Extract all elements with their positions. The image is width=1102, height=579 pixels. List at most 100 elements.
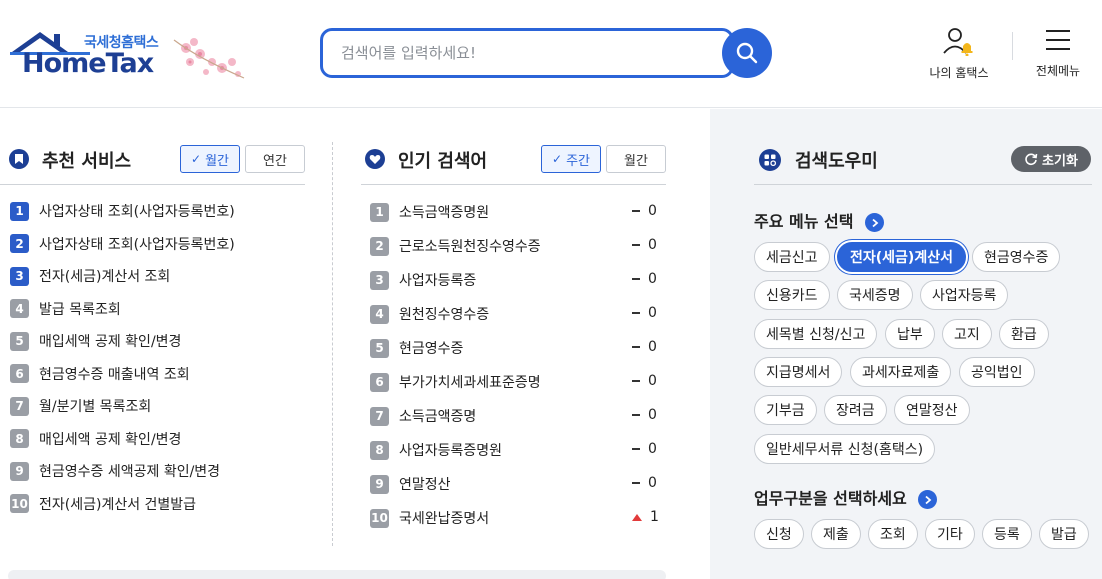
popular-item[interactable]: 4 원천징수영수증 [370, 302, 489, 326]
menu-select-title: 주요 메뉴 선택 [754, 212, 854, 231]
filter-chip[interactable]: 장려금 [824, 395, 887, 426]
filter-chip[interactable]: 지급명세서 [754, 356, 843, 387]
filter-chip[interactable]: 등록 [982, 519, 1032, 549]
filter-chip[interactable]: 기타 [925, 519, 975, 549]
filter-chip[interactable]: 일반세무서류 신청(홈택스) [754, 433, 936, 464]
filter-chip[interactable]: 세목별 신청/신고 [754, 318, 878, 349]
popular-weekly-toggle[interactable]: ✓ 주간 [541, 145, 601, 173]
popular-monthly-toggle[interactable]: 월간 [606, 145, 666, 173]
filter-chip[interactable]: 현금영수증 [972, 242, 1061, 272]
rank-badge: 6 [370, 372, 389, 392]
rank-up-icon [632, 513, 642, 521]
rank-change-value: 0 [648, 373, 657, 389]
filter-chip[interactable]: 고지 [942, 318, 992, 349]
popular-item[interactable]: 2 근로소득원천징수영수증 [370, 234, 541, 258]
search-icon [736, 42, 758, 64]
recommended-item[interactable]: 4 발급 목록조회 [10, 297, 121, 321]
hometax-logo[interactable]: 국세청홈택스 HomeTax [10, 30, 250, 86]
popular-item[interactable]: 6 부가가치세과세표준증명 [370, 370, 541, 394]
hamburger-icon [1046, 30, 1070, 50]
recommended-yearly-toggle[interactable]: 연간 [245, 145, 305, 173]
popular-item-label: 소득금액증명원 [399, 205, 490, 221]
rank-change-value: 0 [648, 407, 657, 423]
rank-badge: 8 [370, 440, 389, 460]
recommended-item-label: 전자(세금)계산서 건별발급 [39, 496, 197, 513]
rank-change: 1 [632, 509, 659, 525]
popular-title: 인기 검색어 [398, 151, 488, 172]
popular-item[interactable]: 5 현금영수증 [370, 336, 463, 360]
filter-chip[interactable]: 신청 [754, 519, 804, 549]
rank-badge: 10 [10, 494, 29, 513]
helper-divider [754, 184, 1092, 185]
filter-chip[interactable]: 납부 [885, 318, 935, 349]
reset-button[interactable]: 초기화 [1011, 146, 1091, 172]
rank-change: 0 [632, 237, 657, 253]
filter-chip[interactable]: 발급 [1039, 519, 1089, 549]
rank-badge: 5 [370, 338, 389, 358]
popular-item-label: 근로소득원천징수영수증 [399, 239, 541, 255]
popular-monthly-label: 월간 [624, 153, 648, 169]
filter-chip[interactable]: 기부금 [754, 395, 817, 426]
filter-chip[interactable]: 국세증명 [837, 280, 913, 311]
recommended-title: 추천 서비스 [42, 151, 132, 172]
rank-same-icon [632, 244, 640, 246]
rank-same-icon [632, 312, 640, 314]
rank-change-value: 0 [648, 305, 657, 321]
recommended-item-label: 매입세액 공제 확인/변경 [39, 334, 182, 350]
recommended-item[interactable]: 3 전자(세금)계산서 조회 [10, 264, 170, 288]
filter-chip[interactable]: 환급 [999, 318, 1049, 349]
filter-chip[interactable]: 공익법인 [959, 356, 1035, 387]
popular-item-label: 현금영수증 [399, 341, 464, 357]
chevron-right-icon [865, 213, 885, 232]
rank-change: 0 [632, 305, 657, 321]
rank-same-icon [632, 380, 640, 382]
recommended-item[interactable]: 5 매입세액 공제 확인/변경 [10, 329, 181, 353]
recommended-monthly-toggle[interactable]: ✓ 월간 [180, 145, 240, 173]
recommended-item[interactable]: 2 사업자상태 조회(사업자등록번호) [10, 232, 235, 256]
filter-chip[interactable]: 사업자등록 [920, 280, 1009, 311]
rank-change: 0 [632, 339, 657, 355]
chevron-right-icon [918, 490, 938, 509]
user-bell-icon [943, 28, 973, 57]
business-heading[interactable]: 업무구분을 선택하세요 [754, 485, 938, 509]
rank-same-icon [632, 482, 640, 484]
search-input[interactable] [341, 41, 721, 65]
recommended-item[interactable]: 10 전자(세금)계산서 건별발급 [10, 492, 196, 516]
recommended-item[interactable]: 1 사업자상태 조회(사업자등록번호) [10, 199, 235, 223]
filter-chip[interactable]: 조회 [868, 519, 918, 549]
rank-badge: 3 [10, 266, 29, 286]
recommended-item[interactable]: 7 월/분기별 목록조회 [10, 394, 151, 418]
menu-select-heading[interactable]: 주요 메뉴 선택 [754, 208, 885, 232]
filter-chip[interactable]: 신용카드 [754, 280, 830, 311]
filter-chip[interactable]: 연말정산 [894, 395, 970, 426]
popular-item[interactable]: 9 연말정산 [370, 472, 451, 496]
popular-item-label: 소득금액증명 [399, 409, 477, 425]
business-title: 업무구분을 선택하세요 [754, 489, 907, 508]
recommended-monthly-label: 월간 [205, 153, 229, 169]
all-menu-button[interactable]: 전체메뉴 [1030, 26, 1086, 79]
popular-item-label: 부가가치세과세표준증명 [399, 375, 541, 391]
rank-same-icon [632, 346, 640, 348]
my-hometax-button[interactable]: 나의 홈택스 [922, 26, 996, 81]
filter-chip[interactable]: 과세자료제출 [850, 356, 952, 387]
popular-item[interactable]: 7 소득금액증명 [370, 404, 476, 428]
popular-item-label: 국세완납증명서 [399, 511, 490, 527]
popular-item[interactable]: 3 사업자등록증 [370, 268, 476, 292]
popular-item[interactable]: 8 사업자등록증명원 [370, 438, 502, 462]
rank-change-value: 0 [648, 237, 657, 253]
recommended-divider [0, 184, 305, 185]
rank-badge: 1 [10, 201, 29, 221]
logo-title: HomeTax [22, 48, 154, 79]
recommended-item[interactable]: 8 매입세액 공제 확인/변경 [10, 427, 181, 451]
search-button[interactable] [722, 28, 772, 78]
rank-badge: 4 [10, 299, 29, 318]
rank-change-value: 0 [648, 203, 657, 219]
recommended-item[interactable]: 9 현금영수증 세액공제 확인/변경 [10, 459, 220, 483]
filter-chip[interactable]: 제출 [811, 519, 861, 549]
popular-item[interactable]: 10 국세완납증명서 [370, 506, 489, 530]
filter-chip[interactable]: 세금신고 [754, 242, 830, 272]
recommended-item[interactable]: 6 현금영수증 매출내역 조회 [10, 362, 190, 386]
popular-item[interactable]: 1 소득금액증명원 [370, 200, 489, 224]
filter-chip[interactable]: 전자(세금)계산서 [837, 242, 966, 272]
rank-badge: 2 [370, 236, 389, 256]
